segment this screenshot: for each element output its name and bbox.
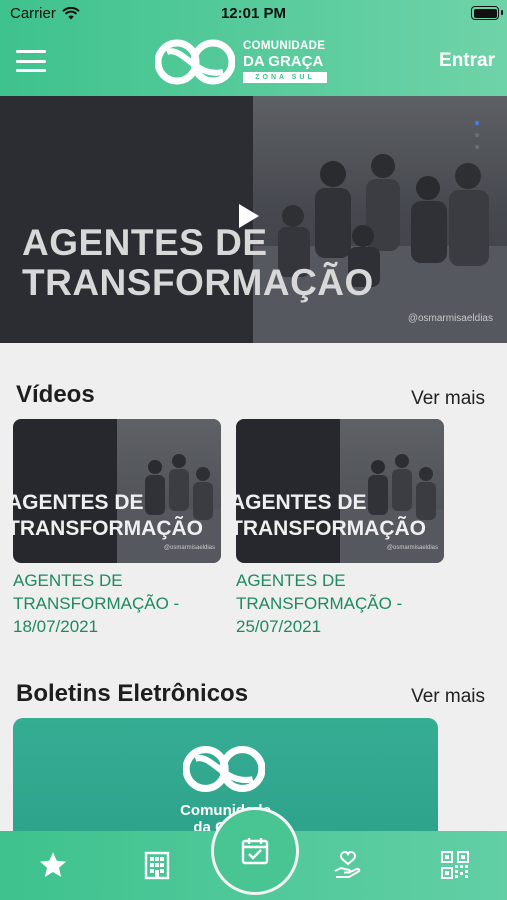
tab-agenda[interactable] [211, 807, 299, 895]
video-thumbnail-title: AGENTES DE TRANSFORMAÇÃO [236, 490, 426, 542]
logo-line-1: COMUNIDADE [243, 39, 326, 52]
battery-icon [471, 6, 503, 20]
login-button[interactable]: Entrar [439, 50, 495, 72]
logo-text: COMUNIDADE DA GRAÇA ZONA SUL [243, 39, 327, 84]
tab-favorites[interactable] [36, 848, 70, 882]
carousel-dot[interactable] [475, 133, 479, 137]
tab-donations[interactable] [331, 848, 365, 882]
bulletins-section-title: Boletins Eletrônicos [16, 680, 249, 707]
calendar-check-icon [241, 838, 269, 865]
app-header: COMUNIDADE DA GRAÇA ZONA SUL Entrar [0, 26, 507, 96]
bulletin-card-title-line-1: Comunidade [180, 802, 271, 819]
menu-icon-line [16, 69, 46, 72]
menu-icon-line [16, 59, 46, 63]
video-caption[interactable]: AGENTES DE TRANSFORMAÇÃO - 18/07/2021 [13, 569, 221, 638]
video-thumbnail: AGENTES DE TRANSFORMAÇÃO @osmarmisaeldia… [236, 419, 444, 563]
video-card[interactable]: AGENTES DE TRANSFORMAÇÃO @osmarmisaeldia… [236, 419, 444, 638]
video-thumbnail-title-line-2: TRANSFORMAÇÃO [236, 517, 426, 540]
videos-section-title: Vídeos [16, 381, 95, 408]
status-bar: Carrier 12:01 PM [0, 0, 507, 26]
hero-photo-credit: @osmarmisaeldias [407, 313, 493, 324]
video-thumbnail-credit: @osmarmisaeldias [163, 545, 215, 551]
logo-line-2: DA GRAÇA [243, 53, 324, 71]
menu-icon-line [16, 50, 46, 53]
video-thumbnail-title-line-1: AGENTES DE [236, 491, 367, 514]
video-thumbnail-title-line-1: AGENTES DE [13, 491, 144, 514]
hero-video-banner[interactable]: AGENTES DE TRANSFORMAÇÃO @osmarmisaeldia… [0, 96, 507, 343]
video-caption[interactable]: AGENTES DE TRANSFORMAÇÃO - 25/07/2021 [236, 569, 444, 638]
video-thumbnail: AGENTES DE TRANSFORMAÇÃO @osmarmisaeldia… [13, 419, 221, 563]
hero-title: AGENTES DE TRANSFORMAÇÃO [22, 223, 374, 303]
app-logo: COMUNIDADE DA GRAÇA ZONA SUL [155, 34, 327, 90]
hero-title-line-2: TRANSFORMAÇÃO [22, 262, 374, 303]
videos-see-more-link[interactable]: Ver mais [411, 388, 485, 410]
carousel-indicator [475, 121, 479, 149]
play-icon[interactable] [237, 202, 261, 230]
carousel-dot-active[interactable] [475, 121, 479, 125]
qr-code-icon [441, 851, 469, 879]
bottom-tab-bar [0, 807, 507, 900]
logo-line-3: ZONA SUL [243, 72, 327, 84]
logo-mark-icon [183, 745, 265, 793]
building-icon [144, 851, 170, 880]
hero-title-line-1: AGENTES DE [22, 222, 268, 263]
video-thumbnail-title: AGENTES DE TRANSFORMAÇÃO [13, 490, 203, 542]
carousel-dot[interactable] [475, 145, 479, 149]
video-card[interactable]: AGENTES DE TRANSFORMAÇÃO @osmarmisaeldia… [13, 419, 221, 638]
video-thumbnail-title-line-2: TRANSFORMAÇÃO [13, 517, 203, 540]
bulletins-see-more-link[interactable]: Ver mais [411, 686, 485, 708]
star-icon [40, 852, 66, 877]
hamburger-menu-button[interactable] [16, 50, 46, 72]
tab-qr-code[interactable] [438, 848, 472, 882]
hero-photo [253, 96, 507, 343]
clock: 12:01 PM [220, 5, 287, 22]
group-photo-silhouettes [253, 154, 507, 343]
logo-mark-icon [155, 39, 235, 85]
tab-church[interactable] [140, 848, 174, 882]
heart-hand-icon [334, 850, 361, 878]
video-thumbnail-credit: @osmarmisaeldias [386, 545, 438, 551]
